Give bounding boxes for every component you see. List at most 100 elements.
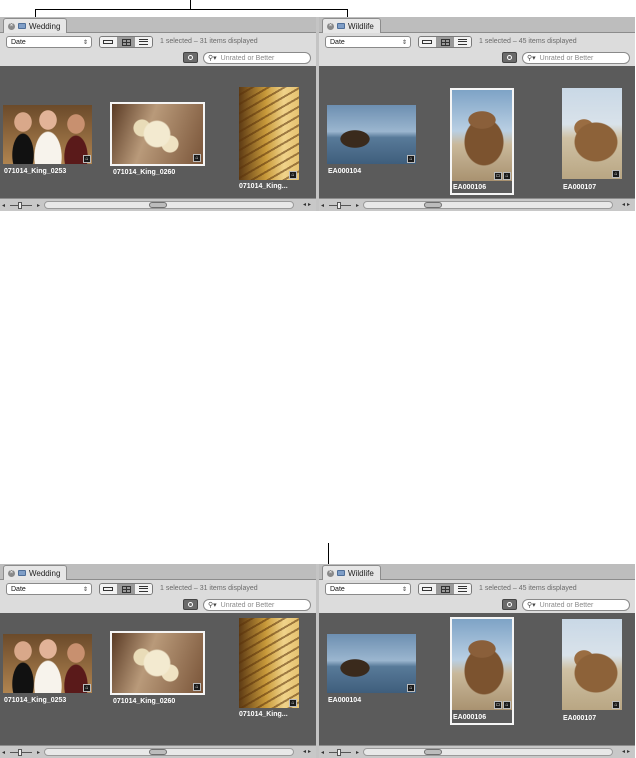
badge-icon: ⌂	[407, 684, 415, 692]
scroll-track[interactable]	[44, 201, 294, 209]
search-placeholder: Unrated or Better	[220, 602, 275, 609]
zoom-in-icon[interactable]: ▸	[356, 749, 359, 756]
sort-select[interactable]: Date ⇕	[6, 583, 92, 595]
zoom-out-icon[interactable]: ◂	[321, 202, 324, 209]
tab-wedding[interactable]: × Wedding	[3, 565, 68, 580]
zoom-slider[interactable]: ◂ ▸	[2, 749, 40, 756]
scrollbar[interactable]: ◂ ▸ ◂▸	[0, 745, 316, 758]
filter-button[interactable]	[183, 599, 198, 610]
callout-bracket-horizontal	[35, 9, 348, 10]
zoom-slider[interactable]: ◂ ▸	[321, 202, 359, 209]
zoom-out-icon[interactable]: ◂	[2, 202, 5, 209]
badge-icon: ⌂	[83, 155, 91, 163]
folder-icon	[337, 570, 345, 576]
tab-label: Wildlife	[348, 21, 374, 31]
callout-bracket-left-tick	[35, 9, 36, 17]
scroll-arrows-icon[interactable]: ◂▸	[303, 201, 313, 208]
thumbnail-area[interactable]: ⌂ EA000104 ▭ ⌂ EA000106 ⌂ EA000107	[319, 66, 635, 198]
zoom-knob[interactable]	[18, 202, 22, 209]
sort-select[interactable]: Date ⇕	[6, 36, 92, 48]
close-icon[interactable]: ×	[8, 22, 15, 30]
tab-wildlife[interactable]: × Wildlife	[322, 18, 381, 33]
grid-view-button[interactable]	[436, 584, 455, 594]
scrollbar[interactable]: ◂ ▸ ◂▸	[319, 198, 635, 211]
select-arrows-icon: ⇕	[401, 40, 407, 46]
scroll-thumb[interactable]	[149, 202, 167, 208]
zoom-slider[interactable]: ◂ ▸	[2, 202, 40, 209]
thumbnail-caption: 071014_King_0253	[4, 697, 67, 704]
thumbnail-area[interactable]: ⌂ 071014_King_0253 ⌂ 071014_King_0260 ⌂ …	[0, 66, 316, 198]
thumbnail-caption: 071014_King...	[239, 711, 288, 718]
thumbnail-area[interactable]: ⌂ 071014_King_0253 ⌂ 071014_King_0260 ⌂ …	[0, 613, 316, 745]
scroll-track[interactable]	[363, 748, 613, 756]
zoom-knob[interactable]	[337, 202, 341, 209]
select-arrows-icon: ⇕	[82, 40, 88, 46]
filmstrip-view-button[interactable]	[419, 584, 437, 594]
scrollbar[interactable]: ◂ ▸ ◂▸	[319, 745, 635, 758]
browser-wildlife: × Wildlife Date ⇕ 1 selected – 45 items …	[319, 564, 635, 758]
scroll-thumb[interactable]	[424, 202, 442, 208]
badge-icon: ⌂	[503, 172, 511, 180]
zoom-knob[interactable]	[18, 749, 22, 756]
scroll-arrows-icon[interactable]: ◂▸	[622, 748, 632, 755]
browser-wedding: × Wedding Date ⇕ 1 selected – 31 items d…	[0, 17, 316, 211]
grid-view-button[interactable]	[117, 37, 136, 47]
filmstrip-view-button[interactable]	[100, 584, 118, 594]
badge-icon: ⌂	[289, 699, 297, 707]
filmstrip-view-button[interactable]	[100, 37, 118, 47]
search-field[interactable]: ⚲▾ Unrated or Better	[203, 599, 311, 611]
zoom-out-icon[interactable]: ◂	[2, 749, 5, 756]
sort-select[interactable]: Date ⇕	[325, 583, 411, 595]
filter-icon	[188, 55, 193, 60]
close-icon[interactable]: ×	[8, 569, 15, 577]
list-view-icon	[139, 39, 149, 45]
scroll-track[interactable]	[44, 748, 294, 756]
badge-icon: ⌂	[193, 683, 201, 691]
filter-button[interactable]	[502, 52, 517, 63]
photo-image	[327, 105, 416, 164]
list-view-button[interactable]	[454, 37, 471, 47]
grid-view-button[interactable]	[117, 584, 136, 594]
scroll-track[interactable]	[363, 201, 613, 209]
search-field[interactable]: ⚲▾ Unrated or Better	[522, 52, 630, 64]
search-field[interactable]: ⚲▾ Unrated or Better	[522, 599, 630, 611]
browser-wedding: × Wedding Date ⇕ 1 selected – 31 items d…	[0, 564, 316, 758]
tab-bar: × Wildlife	[319, 564, 635, 580]
scroll-arrows-icon[interactable]: ◂▸	[622, 201, 632, 208]
scroll-thumb[interactable]	[424, 749, 442, 755]
search-field[interactable]: ⚲▾ Unrated or Better	[203, 52, 311, 64]
zoom-in-icon[interactable]: ▸	[37, 749, 40, 756]
zoom-in-icon[interactable]: ▸	[37, 202, 40, 209]
photo-image	[239, 87, 299, 180]
zoom-slider[interactable]: ◂ ▸	[321, 749, 359, 756]
grid-view-icon	[440, 585, 450, 593]
scroll-thumb[interactable]	[149, 749, 167, 755]
zoom-out-icon[interactable]: ◂	[321, 749, 324, 756]
zoom-in-icon[interactable]: ▸	[356, 202, 359, 209]
list-view-button[interactable]	[135, 584, 152, 594]
list-view-button[interactable]	[454, 584, 471, 594]
filter-button[interactable]	[183, 52, 198, 63]
grid-view-button[interactable]	[436, 37, 455, 47]
search-placeholder: Unrated or Better	[220, 55, 275, 62]
grid-view-icon	[121, 38, 131, 46]
selection-frame	[110, 102, 205, 166]
zoom-knob[interactable]	[337, 749, 341, 756]
view-mode-buttons	[418, 36, 472, 48]
status-text: 1 selected – 45 items displayed	[479, 38, 577, 45]
status-text: 1 selected – 31 items displayed	[160, 38, 258, 45]
scroll-arrows-icon[interactable]: ◂▸	[303, 748, 313, 755]
close-icon[interactable]: ×	[327, 569, 334, 577]
tab-wildlife[interactable]: × Wildlife	[322, 565, 381, 580]
close-icon[interactable]: ×	[327, 22, 334, 30]
thumbnail-area[interactable]: ⌂ EA000104 ▭ ⌂ EA000106 ⌂ EA000107	[319, 613, 635, 745]
filmstrip-view-icon	[422, 40, 433, 44]
sort-value: Date	[330, 586, 345, 593]
browser-wildlife: × Wildlife Date ⇕ 1 selected – 45 items …	[319, 17, 635, 211]
scrollbar[interactable]: ◂ ▸ ◂▸	[0, 198, 316, 211]
tab-wedding[interactable]: × Wedding	[3, 18, 68, 33]
sort-select[interactable]: Date ⇕	[325, 36, 411, 48]
filmstrip-view-button[interactable]	[419, 37, 437, 47]
list-view-button[interactable]	[135, 37, 152, 47]
filter-button[interactable]	[502, 599, 517, 610]
